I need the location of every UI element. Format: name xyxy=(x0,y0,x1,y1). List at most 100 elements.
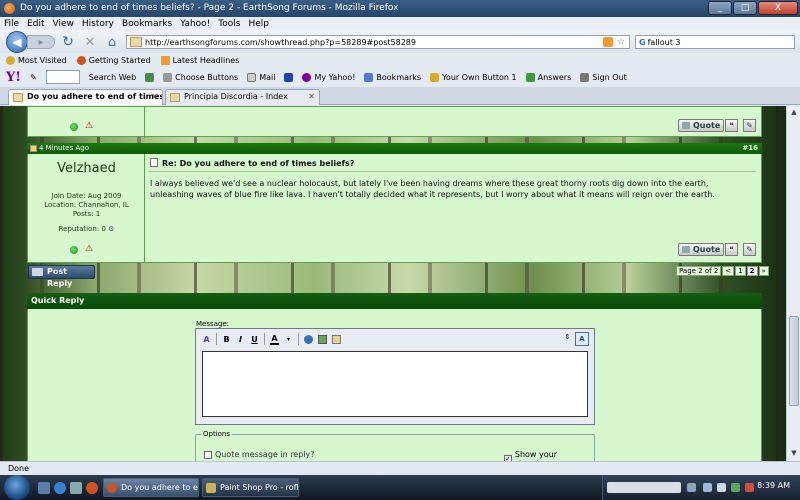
page-jump-icon[interactable]: » xyxy=(758,266,769,276)
multi-quote-button[interactable]: ❝ xyxy=(725,119,738,132)
post-username[interactable]: Velzhaed xyxy=(28,161,145,176)
toolbar-my-yahoo[interactable]: My Yahoo! xyxy=(302,72,355,82)
tab-inactive[interactable]: Principia Discordia - Index ✕ xyxy=(165,89,320,105)
toolbar-answers[interactable]: Answers xyxy=(525,72,571,82)
quick-reply-button[interactable]: ✎ xyxy=(743,119,756,132)
toolbar-mail[interactable]: Mail xyxy=(247,72,275,82)
rss-icon xyxy=(160,55,170,65)
toolbar-search-web[interactable]: Search Web xyxy=(89,73,136,82)
prev-page-link[interactable]: < xyxy=(722,266,735,276)
font-color-dropdown-icon[interactable]: ▾ xyxy=(284,336,293,343)
minimize-button[interactable]: _ xyxy=(708,1,732,15)
insert-image-icon[interactable] xyxy=(318,334,327,344)
toolbar-item-label: Sign Out xyxy=(592,72,627,82)
network-icon[interactable] xyxy=(703,483,712,492)
quote-message-option[interactable]: Quote message in reply? xyxy=(204,450,315,459)
address-bar: ☆ xyxy=(126,35,630,49)
insert-quote-icon[interactable] xyxy=(332,334,341,344)
toolbar-own-button[interactable]: Your Own Button 1 xyxy=(430,72,517,82)
tab-active[interactable]: Do you adhere to end of times beliefs? ✕ xyxy=(8,89,163,105)
plus-icon xyxy=(284,72,294,82)
scrollbar-thumb[interactable] xyxy=(789,316,799,406)
report-warning-icon[interactable]: ⚠ xyxy=(85,122,95,131)
switch-editor-mode-button[interactable]: A xyxy=(575,332,589,346)
vertical-scrollbar[interactable]: ▲ ▼ xyxy=(786,106,800,461)
toolbar-item-label: Bookmarks xyxy=(376,72,422,82)
remove-format-icon[interactable]: A̷ xyxy=(202,335,211,344)
toolbar-plus[interactable] xyxy=(284,72,294,82)
resize-editor-icon[interactable]: ⇕ xyxy=(563,333,572,341)
scroll-down-icon[interactable]: ▼ xyxy=(789,449,799,459)
quote-button[interactable]: Quote xyxy=(678,243,725,256)
task-firefox[interactable]: Do you adhere to en... xyxy=(103,478,199,497)
menu-bookmarks[interactable]: Bookmarks xyxy=(118,19,176,29)
menu-yahoo[interactable]: Yahoo! xyxy=(176,19,214,29)
forward-button[interactable]: ▸ xyxy=(27,35,55,49)
toolbar-bookmarks[interactable]: Bookmarks xyxy=(364,72,422,82)
stop-button[interactable]: ✕ xyxy=(82,34,98,50)
menu-tools[interactable]: Tools xyxy=(214,19,244,29)
show-signature-label: Show your signature xyxy=(514,450,557,461)
message-textarea[interactable] xyxy=(202,351,588,417)
yahoo-search-input[interactable] xyxy=(45,70,80,84)
menu-file[interactable]: File xyxy=(0,19,23,29)
underline-button[interactable]: U xyxy=(250,335,259,344)
bold-button[interactable]: B xyxy=(222,335,231,344)
hand-icon xyxy=(430,72,440,82)
bookmark-latest-headlines[interactable]: Latest Headlines xyxy=(160,55,239,65)
switch-windows-icon[interactable] xyxy=(70,482,82,494)
scroll-up-icon[interactable]: ▲ xyxy=(789,108,799,118)
bookmark-getting-started[interactable]: Getting Started xyxy=(76,55,151,65)
insert-link-icon[interactable] xyxy=(304,334,313,344)
menu-help[interactable]: Help xyxy=(244,19,273,29)
post-reply-button[interactable]: Post Reply xyxy=(28,265,95,288)
show-desktop-icon[interactable] xyxy=(38,482,50,494)
reputation-icon[interactable]: ⚙ xyxy=(108,225,114,233)
volume-icon[interactable] xyxy=(717,483,726,492)
font-color-button[interactable]: A xyxy=(270,334,279,345)
clock[interactable]: 8:39 AM xyxy=(757,481,790,490)
url-input[interactable] xyxy=(145,37,603,47)
italic-button[interactable]: I xyxy=(236,335,245,344)
yahoo-logo[interactable]: Y! xyxy=(6,70,21,85)
post-status-icon xyxy=(30,145,37,152)
report-warning-icon[interactable]: ⚠ xyxy=(85,245,95,254)
bookmark-star-icon[interactable]: ☆ xyxy=(617,37,625,47)
internet-explorer-icon[interactable] xyxy=(54,482,66,494)
rss-feed-icon[interactable] xyxy=(602,37,613,47)
pencil-icon[interactable]: ✎ xyxy=(30,73,37,82)
back-button[interactable]: ◀ xyxy=(6,31,28,53)
maximize-button[interactable]: □ xyxy=(733,1,757,15)
search-input[interactable] xyxy=(647,37,794,47)
reload-button[interactable]: ↻ xyxy=(60,34,76,50)
messenger-icon[interactable] xyxy=(731,483,740,492)
quote-message-checkbox[interactable] xyxy=(204,450,212,459)
home-button[interactable]: ⌂ xyxy=(104,34,120,50)
window-titlebar: Do you adhere to end of times beliefs? -… xyxy=(0,0,800,17)
multi-quote-button[interactable]: ❝ xyxy=(725,243,738,256)
quick-reply-button[interactable]: ✎ xyxy=(743,243,756,256)
post-number-link[interactable]: #16 xyxy=(742,143,758,154)
quote-button[interactable]: Quote xyxy=(678,119,725,132)
page-content: ⚠ Quote ❝ ✎ 4 Minutes Ago #16 Velzhaed J… xyxy=(0,106,786,461)
menu-view[interactable]: View xyxy=(49,19,78,29)
taskbar-search-box[interactable] xyxy=(607,482,681,493)
tray-arrow-icon[interactable] xyxy=(687,483,696,492)
toolbar-sign-out[interactable]: Sign Out xyxy=(580,72,627,82)
page-link-1[interactable]: 1 xyxy=(735,266,746,276)
toolbar-choose-buttons[interactable]: Choose Buttons xyxy=(163,72,238,82)
close-button[interactable]: X xyxy=(758,1,798,15)
firefox-quicklaunch-icon[interactable] xyxy=(86,482,98,494)
menu-history[interactable]: History xyxy=(78,19,118,29)
shield-icon[interactable] xyxy=(145,72,155,82)
menu-edit[interactable]: Edit xyxy=(23,19,48,29)
tab-close-icon[interactable]: ✕ xyxy=(308,90,315,104)
start-button[interactable] xyxy=(4,475,30,500)
google-engine-icon[interactable]: G xyxy=(639,38,646,47)
security-icon[interactable] xyxy=(745,483,754,492)
task-paint-shop-pro[interactable]: Paint Shop Pro - rofl... xyxy=(202,478,299,497)
show-signature-option[interactable]: ✓ Show your signature xyxy=(504,450,594,461)
taskbar: Do you adhere to en... Paint Shop Pro - … xyxy=(0,475,800,500)
tab-close-icon[interactable]: ✕ xyxy=(151,90,158,104)
bookmark-most-visited[interactable]: Most Visited xyxy=(6,55,67,65)
